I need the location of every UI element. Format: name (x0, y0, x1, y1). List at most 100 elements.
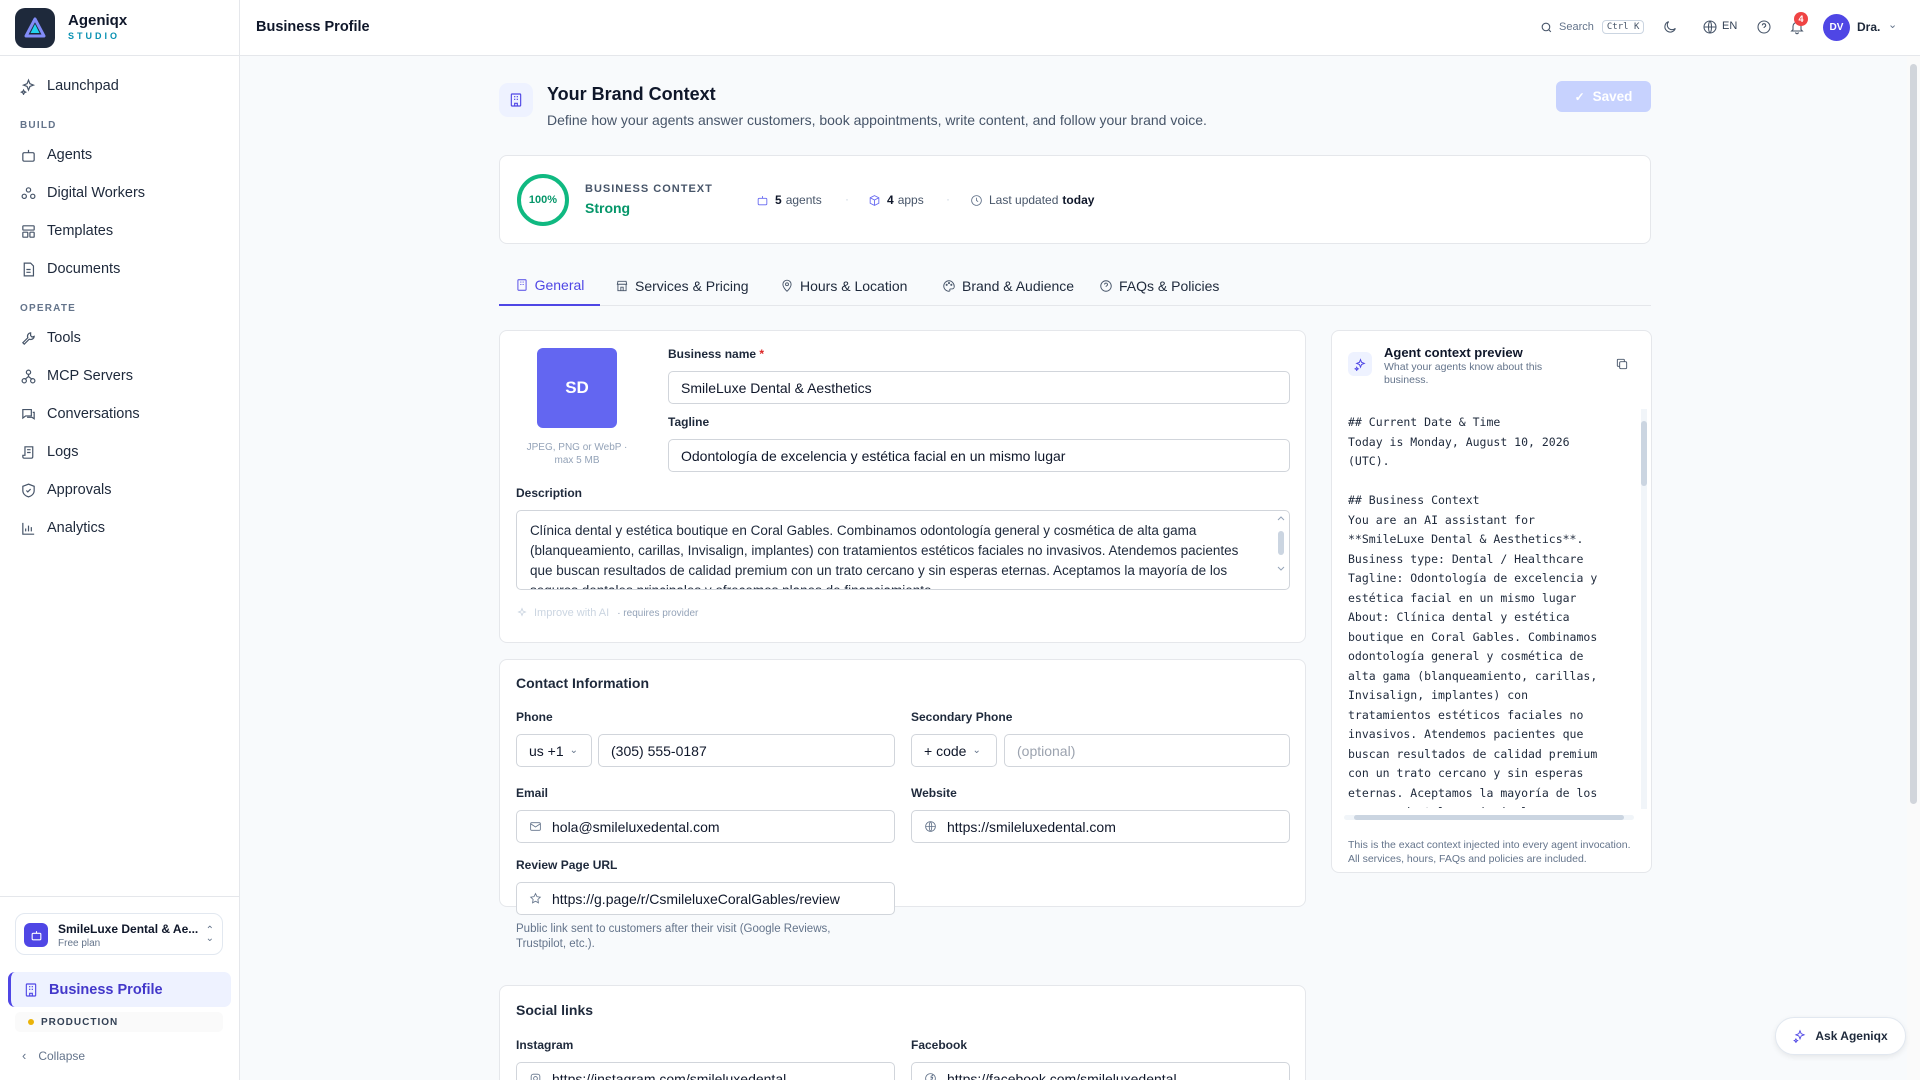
collapse-label: Collapse (38, 1048, 86, 1063)
ask-ageniqx-button[interactable]: Ask Ageniqx (1775, 1017, 1906, 1055)
nav-analytics-label: Analytics (47, 520, 106, 536)
nav-business-profile-label: Business Profile (49, 981, 163, 998)
phone-country-select[interactable]: us +1 ⌄ (516, 734, 592, 767)
apps-stat[interactable]: 4 apps (868, 193, 924, 207)
page-scroll-thumb[interactable] (1910, 64, 1917, 804)
secondary-phone-input[interactable]: (optional) (1004, 734, 1290, 767)
sidebar: Ageniqx STUDIO Launchpad BUILD Agents Di… (0, 0, 240, 1080)
social-links-card: Social links Instagram https://instagram… (499, 985, 1306, 1080)
workspace-bot-icon (24, 923, 48, 947)
improve-with-ai-button[interactable]: Improve with AI · requires provider (516, 607, 698, 619)
facebook-label: Facebook (911, 1038, 968, 1052)
bar-chart-icon (22, 522, 35, 535)
page-title: Business Profile (256, 19, 370, 35)
website-input[interactable]: https://smileluxedental.com (911, 810, 1290, 843)
language-label[interactable]: EN (1722, 20, 1737, 32)
apps-count: 4 (887, 193, 894, 207)
avatar[interactable]: DV (1823, 14, 1850, 41)
workspace-name: SmileLuxe Dental & Ae... (58, 922, 198, 936)
phone-input[interactable]: (305) 555-0187 (598, 734, 895, 767)
nav-documents[interactable]: Documents (20, 254, 120, 284)
profile-tabs: General Services & Pricing Hours & Locat… (499, 266, 1651, 306)
last-updated: Last updated today (970, 193, 1098, 207)
tab-faqs-policies[interactable]: FAQs & Policies (1099, 266, 1219, 306)
preview-horizontal-scrollbar[interactable] (1344, 815, 1634, 820)
description-textarea[interactable]: Clínica dental y estética boutique en Co… (516, 510, 1290, 590)
general-card: SD JPEG, PNG or WebP · max 5 MB Business… (499, 330, 1306, 643)
copy-icon[interactable] (1615, 357, 1629, 371)
agents-stat[interactable]: 5 agents (756, 193, 822, 207)
preview-code[interactable]: ## Current Date & Time Today is Monday, … (1348, 413, 1636, 808)
tab-hours-location[interactable]: Hours & Location (780, 266, 907, 306)
email-input[interactable]: hola@smileluxedental.com (516, 810, 895, 843)
tagline-input[interactable]: Odontología de excelencia y estética fac… (668, 439, 1290, 472)
search-button[interactable]: Search Ctrl K (1540, 14, 1645, 40)
nav-agents[interactable]: Agents (20, 140, 92, 170)
chevron-down-icon[interactable]: ⌄ (1888, 18, 1897, 31)
tab-brand-audience[interactable]: Brand & Audience (942, 266, 1074, 306)
secondary-country-select[interactable]: + code ⌄ (911, 734, 997, 767)
help-icon[interactable] (1756, 19, 1772, 35)
tab-services-pricing[interactable]: Services & Pricing (615, 266, 749, 306)
facebook-input[interactable]: https://facebook.com/smileluxedental (911, 1062, 1290, 1080)
nav-approvals[interactable]: Approvals (20, 475, 111, 505)
building-icon (517, 279, 527, 291)
nav-digital-workers[interactable]: Digital Workers (20, 178, 145, 208)
review-url-help: Public link sent to customers after thei… (516, 923, 831, 950)
environment-badge[interactable]: PRODUCTION (15, 1012, 223, 1032)
preview-vertical-scrollbar[interactable] (1641, 409, 1647, 809)
nav-conversations[interactable]: Conversations (20, 399, 140, 429)
map-pin-icon (782, 279, 792, 292)
globe-icon (925, 821, 936, 832)
instagram-value: https://instagram.com/smileluxedental (552, 1070, 787, 1080)
header-title: Your Brand Context (547, 84, 716, 104)
requires-provider-note: · requires provider (617, 607, 699, 619)
tab-general[interactable]: General (499, 266, 600, 306)
business-name-label-text: Business name (668, 347, 757, 361)
tagline-label: Tagline (668, 415, 710, 429)
nav-logs[interactable]: Logs (20, 437, 78, 467)
brand[interactable]: Ageniqx STUDIO (0, 0, 239, 56)
nav-tools[interactable]: Tools (20, 323, 81, 353)
instagram-input[interactable]: https://instagram.com/smileluxedental (516, 1062, 895, 1080)
nav-section-build: BUILD (20, 120, 57, 131)
user-name[interactable]: Dra. (1857, 20, 1880, 34)
tab-faqs-label: FAQs & Policies (1119, 278, 1220, 294)
nav-mcp-servers[interactable]: MCP Servers (20, 361, 133, 391)
page-scrollbar[interactable] (1907, 56, 1920, 1080)
palette-icon (943, 280, 955, 292)
agent-context-preview: Agent context preview What your agents k… (1331, 330, 1652, 873)
store-icon (616, 280, 628, 292)
preview-hscroll-thumb[interactable] (1354, 815, 1624, 820)
business-name-label: Business name * (668, 347, 764, 361)
preview-scroll-thumb[interactable] (1641, 421, 1647, 486)
secondary-country-value: + code (924, 742, 967, 759)
saved-label: Saved (1592, 89, 1633, 104)
saved-button[interactable]: ✓ Saved (1556, 81, 1651, 112)
instagram-icon (530, 1073, 541, 1080)
globe-icon[interactable] (1702, 19, 1718, 35)
context-score: 100% (528, 194, 558, 206)
search-shortcut: Ctrl K (1601, 20, 1645, 34)
collapse-button[interactable]: ‹ Collapse (22, 1048, 85, 1063)
logo-upload[interactable]: SD (537, 348, 617, 428)
nav-analytics[interactable]: Analytics (20, 513, 105, 543)
nav-section-operate: OPERATE (20, 303, 76, 314)
review-url-input[interactable]: https://g.page/r/CsmileluxeCoralGables/r… (516, 882, 895, 915)
nav-documents-label: Documents (47, 261, 121, 277)
email-label: Email (516, 786, 549, 800)
nav-logs-label: Logs (47, 444, 79, 460)
nav-templates[interactable]: Templates (20, 216, 113, 246)
website-value: https://smileluxedental.com (947, 818, 1116, 835)
nav-launchpad[interactable]: Launchpad (20, 71, 119, 101)
workspace-switcher[interactable]: SmileLuxe Dental & Ae... Free plan ⌃ ⌄ (15, 913, 223, 955)
sparkles-icon (1793, 1029, 1806, 1043)
building-icon (499, 83, 533, 117)
moon-icon[interactable] (1662, 19, 1678, 35)
nav-business-profile[interactable]: Business Profile (8, 972, 231, 1007)
tab-hours-label: Hours & Location (800, 278, 908, 294)
required-marker: * (759, 347, 765, 361)
textarea-scrollbar[interactable] (1277, 515, 1285, 575)
business-name-input[interactable]: SmileLuxe Dental & Aesthetics (668, 371, 1290, 404)
scroll-icon (22, 445, 34, 459)
